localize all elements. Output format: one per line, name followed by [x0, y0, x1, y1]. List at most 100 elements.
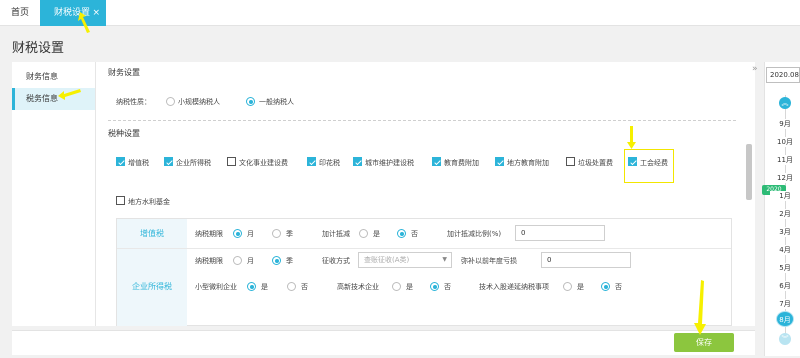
cit-period-quarter-radio[interactable]: [272, 256, 281, 265]
vertical-scrollbar[interactable]: [746, 144, 752, 200]
checkbox-local-education-surcharge-label: 地方教育附加: [507, 159, 549, 167]
vat-deduct-label: 加计抵减: [322, 230, 350, 238]
cit-tech-label: 技术入股递延纳税事项: [479, 283, 549, 291]
checkbox-vat[interactable]: [116, 157, 125, 166]
month-item[interactable]: 9月: [770, 119, 800, 129]
checkbox-local-education-surcharge[interactable]: [495, 157, 504, 166]
taxpayer-small-label: 小规模纳税人: [178, 98, 220, 106]
vat-ratio-label: 加计抵减比例(%): [447, 230, 502, 238]
vat-period-month-radio[interactable]: [233, 229, 242, 238]
cit-small-yes-label: 是: [261, 283, 268, 291]
cit-period-label: 纳税期限: [195, 257, 223, 265]
checkbox-union-fee[interactable]: [628, 157, 637, 166]
cit-method-value: 查账征收(A类): [364, 256, 410, 264]
tax-types-section-title: 税种设置: [108, 129, 140, 138]
cit-small-no-label: 否: [301, 283, 308, 291]
vat-period-quarter-radio[interactable]: [272, 229, 281, 238]
cit-hightech-yes-radio[interactable]: [392, 282, 401, 291]
cit-hightech-no-radio[interactable]: [430, 282, 439, 291]
cit-method-select[interactable]: 查账征收(A类) ▼: [358, 252, 452, 268]
vat-period-month-label: 月: [247, 230, 254, 238]
month-item[interactable]: 4月: [770, 245, 800, 255]
month-item[interactable]: 12月: [770, 173, 800, 183]
month-item[interactable]: 11月: [770, 155, 800, 165]
row-divider: [117, 248, 731, 249]
checkbox-urban-maintenance-tax-label: 城市维护建设税: [365, 159, 414, 167]
cit-period-quarter-label: 季: [286, 257, 293, 265]
cit-loss-input[interactable]: 0: [541, 252, 631, 268]
checkbox-stamp-duty[interactable]: [307, 157, 316, 166]
taxpayer-general-label: 一般纳税人: [259, 98, 294, 106]
chevron-down-icon: ▼: [442, 256, 447, 263]
cit-hightech-label: 高新技术企业: [337, 283, 379, 291]
checkbox-garbage-fee[interactable]: [566, 157, 575, 166]
vat-deduct-yes-radio[interactable]: [359, 229, 368, 238]
cit-small-yes-radio[interactable]: [247, 282, 256, 291]
cit-method-label: 征收方式: [322, 257, 350, 265]
finance-section-title: 财务设置: [108, 68, 140, 77]
month-item[interactable]: 2月: [770, 209, 800, 219]
cit-loss-label: 弥补以前年度亏损: [461, 257, 517, 265]
cit-small-no-radio[interactable]: [287, 282, 296, 291]
month-item[interactable]: 6月: [770, 281, 800, 291]
checkbox-union-fee-label: 工会经费: [640, 159, 668, 167]
main-panel: 财务设置 纳税性质： 小规模纳税人 一般纳税人 税种设置 增值税 企业所得税 文…: [95, 62, 755, 326]
sidebar: 财务信息 税务信息: [12, 62, 95, 326]
top-tab-bar: 首页 财税设置 ×: [0, 0, 800, 26]
section-divider: [108, 120, 736, 121]
taxpayer-small-radio[interactable]: [166, 97, 175, 106]
checkbox-garbage-fee-label: 垃圾处置费: [578, 159, 613, 167]
tax-detail-table: 增值税 企业所得税 纳税期限 月 季 加计抵减 是 否 加计抵减比例(%) 0 …: [116, 218, 732, 326]
month-item-current[interactable]: 8月: [776, 311, 794, 327]
annotation-arrow-icon: [694, 280, 706, 335]
month-item[interactable]: 10月: [770, 137, 800, 147]
page-title: 财税设置: [12, 41, 65, 56]
checkbox-corporate-income-tax[interactable]: [164, 157, 173, 166]
tab-home[interactable]: 首页: [0, 0, 40, 26]
vat-period-quarter-label: 季: [286, 230, 293, 238]
cit-tech-no-label: 否: [615, 283, 622, 291]
checkbox-urban-maintenance-tax[interactable]: [353, 157, 362, 166]
chevron-up-icon[interactable]: ︽: [779, 97, 791, 109]
checkbox-water-fund-label: 地方水利基金: [128, 198, 170, 206]
chevron-down-icon[interactable]: ︾: [779, 333, 791, 345]
checkbox-stamp-duty-label: 印花税: [319, 159, 340, 167]
month-item[interactable]: 7月: [770, 299, 800, 309]
vat-deduct-no-radio[interactable]: [397, 229, 406, 238]
date-input[interactable]: 2020.08: [766, 67, 800, 83]
checkbox-corporate-income-tax-label: 企业所得税: [176, 159, 211, 167]
vat-deduct-no-label: 否: [411, 230, 418, 238]
cit-small-label: 小型微利企业: [195, 283, 237, 291]
vat-row-header: 增值税: [117, 219, 187, 248]
cit-tech-yes-radio[interactable]: [563, 282, 572, 291]
checkbox-education-surcharge-label: 教育费附加: [444, 159, 479, 167]
cit-period-month-label: 月: [247, 257, 254, 265]
sidebar-item-tax-info[interactable]: 税务信息: [12, 88, 95, 110]
vat-ratio-input[interactable]: 0: [515, 225, 605, 241]
checkbox-water-fund[interactable]: [116, 196, 125, 205]
footer-bar: [12, 330, 755, 355]
cit-hightech-yes-label: 是: [406, 283, 413, 291]
checkbox-cultural-fee-label: 文化事业建设费: [239, 159, 288, 167]
annotation-arrow-icon: [58, 89, 81, 100]
cit-period-month-radio[interactable]: [233, 256, 242, 265]
tab-tax-settings[interactable]: 财税设置 ×: [40, 0, 106, 26]
sidebar-item-finance-info[interactable]: 财务信息: [12, 66, 95, 88]
expand-panel-icon[interactable]: »: [752, 64, 758, 74]
annotation-arrow-icon: [78, 12, 90, 33]
taxpayer-type-label: 纳税性质：: [116, 98, 151, 106]
checkbox-vat-label: 增值税: [128, 159, 149, 167]
cit-hightech-no-label: 否: [444, 283, 451, 291]
taxpayer-general-radio[interactable]: [246, 97, 255, 106]
month-item[interactable]: 5月: [770, 263, 800, 273]
checkbox-cultural-fee[interactable]: [227, 157, 236, 166]
cit-tech-no-radio[interactable]: [601, 282, 610, 291]
checkbox-education-surcharge[interactable]: [432, 157, 441, 166]
vat-deduct-yes-label: 是: [373, 230, 380, 238]
month-item[interactable]: 3月: [770, 227, 800, 237]
month-item[interactable]: 1月: [770, 191, 800, 201]
vat-period-label: 纳税期限: [195, 230, 223, 238]
annotation-arrow-icon: [627, 126, 636, 149]
cit-tech-yes-label: 是: [577, 283, 584, 291]
cit-row-header: 企业所得税: [117, 248, 187, 326]
